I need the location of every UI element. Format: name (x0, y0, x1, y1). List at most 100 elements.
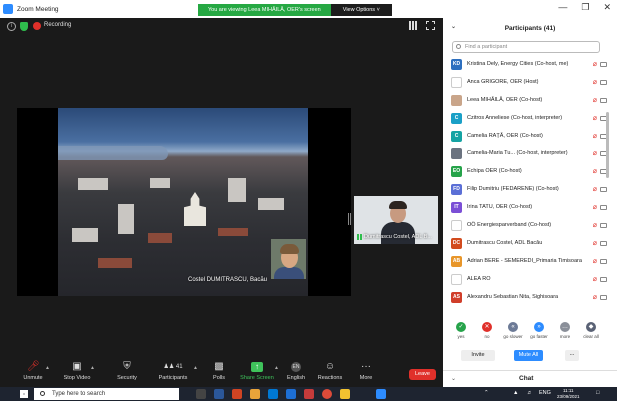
title-bar: Zoom Meeting You are viewing Leea MIHĂIL… (0, 0, 617, 18)
mute-all-button[interactable]: Mute All (514, 350, 543, 361)
leave-button[interactable]: Leave (409, 369, 436, 380)
participant-video-thumbnail[interactable]: Dumitrascu Costel, ADL B... (354, 196, 438, 244)
security-button[interactable]: ⛨ Security (102, 362, 152, 382)
participant-row[interactable]: IT Irina TATU, OER (Co-host) ⌀ (443, 199, 611, 217)
reaction-no-button[interactable]: ✕ no (475, 322, 499, 339)
reaction-clear-all-button[interactable]: ◆ clear all (579, 322, 603, 339)
camera-icon[interactable] (600, 205, 607, 211)
audio-level-icon (357, 234, 363, 240)
participant-name: Anca GRIGORE, OER (Host) (467, 78, 539, 85)
participant-row[interactable]: AB Adrian BERE - SEMEREDI_Primaria Timiso… (443, 253, 611, 271)
mic-muted-icon[interactable]: ⌀ (593, 203, 597, 211)
mic-muted-icon[interactable]: ⌀ (593, 114, 597, 122)
camera-icon[interactable] (600, 240, 607, 246)
share-screen-icon: ↑ (251, 362, 263, 372)
zoom-app-icon[interactable] (376, 389, 386, 399)
collapse-panel-icon[interactable]: ⌄ (451, 23, 456, 30)
participant-row[interactable]: DC Dumitrascu Costel, ADL Bacău ⌀ (443, 235, 611, 253)
gallery-view-icon[interactable] (409, 21, 418, 30)
chrome-app-icon[interactable] (322, 389, 332, 399)
meeting-info-icon[interactable]: i (7, 22, 16, 31)
outlook-app-icon[interactable] (268, 389, 278, 399)
mic-muted-icon[interactable]: ⌀ (593, 78, 597, 86)
task-view-icon[interactable] (196, 389, 206, 399)
maximize-button[interactable]: ❐ (581, 2, 589, 13)
encryption-shield-icon[interactable] (20, 22, 28, 31)
mic-muted-icon[interactable]: ⌀ (593, 275, 597, 283)
mic-muted-icon[interactable]: ⌀ (593, 293, 597, 301)
camera-icon[interactable] (600, 187, 607, 193)
participant-row[interactable]: Anca GRIGORE, OER (Host) ⌀ (443, 74, 611, 92)
camera-icon[interactable] (600, 223, 607, 229)
mic-muted-icon[interactable]: ⌀ (593, 149, 597, 157)
participant-row[interactable]: Camelia-Maria Tu... (Co-host, interprete… (443, 145, 611, 163)
mic-muted-icon[interactable]: ⌀ (593, 167, 597, 175)
participant-row[interactable]: ALEA RO ⌀ (443, 271, 611, 289)
chat-section[interactable]: ⌄ Chat (443, 370, 617, 387)
clock[interactable]: 11:11 23/09/2021 (557, 388, 580, 400)
mic-muted-icon[interactable]: ⌀ (593, 96, 597, 104)
camera-icon[interactable] (600, 294, 607, 300)
audio-options-caret[interactable]: ▲ (45, 365, 50, 371)
participant-row[interactable]: KD Kristina Dely, Energy Cities (Co-host,… (443, 56, 611, 74)
participant-row[interactable]: Leea MIHĂILĂ, OER (Co-host) ⌀ (443, 92, 611, 110)
camera-icon[interactable] (600, 62, 607, 67)
windows-start-icon[interactable] (20, 390, 28, 398)
reaction-more-button[interactable]: … more (553, 322, 577, 339)
reaction-go-slower-button[interactable]: « go slower (501, 322, 525, 339)
camera-icon[interactable] (600, 79, 607, 85)
mic-muted-icon[interactable]: ⌀ (593, 239, 597, 247)
participant-row[interactable]: AS Alexandru Sebastian Nita, Sighisoara ⌀ (443, 289, 611, 307)
camera-icon[interactable] (600, 258, 607, 264)
participant-name: Camelia RAȚĂ, OER (Co-host) (467, 132, 543, 139)
interpretation-icon: EN (291, 362, 301, 372)
mic-muted-icon[interactable]: ⌀ (593, 132, 597, 140)
reaction-yes-button[interactable]: ✓ yes (449, 322, 473, 339)
edge-app-icon[interactable] (286, 389, 296, 399)
powerpoint-app-icon[interactable] (232, 389, 242, 399)
invite-button[interactable]: Invite (461, 350, 495, 361)
word-app-icon[interactable] (214, 389, 224, 399)
notifications-icon[interactable]: □ (596, 390, 599, 396)
view-options-button[interactable]: View Options ˅ (330, 4, 392, 16)
network-icon[interactable]: ▲ (513, 390, 518, 396)
taskbar-search-input[interactable]: Type here to search (34, 388, 179, 400)
mic-muted-icon[interactable]: ⌀ (593, 257, 597, 265)
mic-muted-icon[interactable]: ⌀ (593, 185, 597, 193)
participant-row[interactable]: EO Echipa OER (Co-host) ⌀ (443, 163, 611, 181)
more-button[interactable]: ··· More (341, 362, 391, 382)
participant-row[interactable]: FD Filip Dumitriu (FEDARENE) (Co-host) ⌀ (443, 181, 611, 199)
file-explorer-icon[interactable] (250, 389, 260, 399)
presenter-body (274, 267, 304, 279)
fullscreen-icon[interactable] (426, 21, 435, 30)
close-button[interactable]: ✕ (603, 2, 611, 13)
participant-row[interactable]: C Camelia RAȚĂ, OER (Co-host) ⌀ (443, 128, 611, 146)
search-icon (456, 44, 461, 49)
participant-row[interactable]: OÖ Energiesparverband (Co-host) ⌀ (443, 217, 611, 235)
thumbnail-drag-handle[interactable] (348, 213, 351, 225)
participant-row[interactable]: C Czitros Anneliese (Co-host, interpreter… (443, 110, 611, 128)
acrobat-app-icon[interactable] (304, 389, 314, 399)
mic-muted-icon[interactable]: ⌀ (593, 60, 597, 68)
stop-video-label: Stop Video (63, 375, 91, 381)
participants-header: ⌄ Participants (41) (443, 18, 617, 38)
meeting-toolbar: 🎤︎ Unmute ▲ ▣ Stop Video ▲ ⛨ Security ♟♟… (0, 359, 443, 387)
roof-block (148, 233, 172, 243)
camera-icon[interactable] (600, 97, 607, 103)
participant-search-input[interactable]: Find a participant (452, 41, 600, 53)
participant-list-scrollbar[interactable] (606, 112, 609, 178)
reaction-go-faster-button[interactable]: » go faster (527, 322, 551, 339)
tray-chevron-icon[interactable]: ⌃ (484, 390, 489, 396)
language-indicator[interactable]: ENG (539, 390, 551, 396)
unmute-button[interactable]: 🎤︎ Unmute (8, 362, 58, 382)
participants-button[interactable]: ♟♟ 41 Participants (148, 362, 198, 381)
files-app-icon[interactable] (340, 389, 350, 399)
volume-icon[interactable]: ♬ (527, 390, 533, 396)
security-label: Security (117, 375, 137, 381)
mic-muted-icon[interactable]: ⌀ (593, 221, 597, 229)
minimize-button[interactable]: — (558, 2, 567, 13)
camera-icon[interactable] (600, 276, 607, 282)
more-options-button[interactable]: ... (565, 350, 579, 361)
video-options-caret[interactable]: ▲ (90, 365, 95, 371)
expand-chat-icon[interactable]: ⌄ (451, 375, 456, 382)
